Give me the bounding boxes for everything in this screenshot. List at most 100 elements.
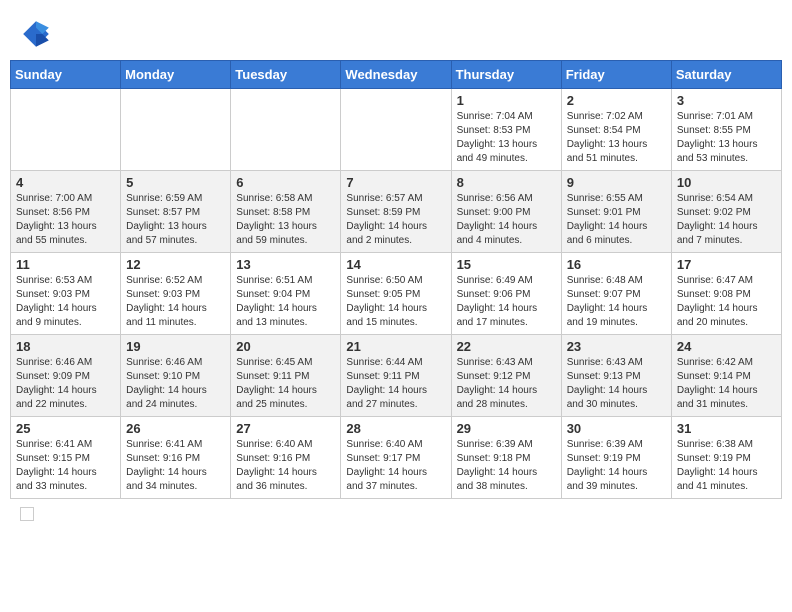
- calendar-day-23: 23 Sunrise: 6:43 AM Sunset: 9:13 PM Dayli…: [561, 335, 671, 417]
- day-info: Sunrise: 6:40 AM Sunset: 9:16 PM Dayligh…: [236, 438, 335, 494]
- day-info: Sunrise: 6:55 AM Sunset: 9:01 PM Dayligh…: [567, 192, 666, 248]
- logo: [20, 18, 56, 50]
- day-number: 3: [677, 93, 776, 108]
- calendar-day-21: 21 Sunrise: 6:44 AM Sunset: 9:11 PM Dayli…: [341, 335, 451, 417]
- day-info: Sunrise: 7:00 AM Sunset: 8:56 PM Dayligh…: [16, 192, 115, 248]
- day-number: 18: [16, 339, 115, 354]
- calendar-day-22: 22 Sunrise: 6:43 AM Sunset: 9:12 PM Dayli…: [451, 335, 561, 417]
- calendar-day-25: 25 Sunrise: 6:41 AM Sunset: 9:15 PM Dayli…: [11, 417, 121, 499]
- day-info: Sunrise: 7:04 AM Sunset: 8:53 PM Dayligh…: [457, 110, 556, 166]
- logo-icon: [20, 18, 52, 50]
- day-info: Sunrise: 6:44 AM Sunset: 9:11 PM Dayligh…: [346, 356, 445, 412]
- calendar-day-13: 13 Sunrise: 6:51 AM Sunset: 9:04 PM Dayli…: [231, 253, 341, 335]
- calendar-day-14: 14 Sunrise: 6:50 AM Sunset: 9:05 PM Dayli…: [341, 253, 451, 335]
- page-header: [10, 10, 782, 54]
- calendar-day-20: 20Sunrise: 6:45 AM Sunset: 9:11 PM Dayli…: [231, 335, 341, 417]
- calendar-day-8: 8 Sunrise: 6:56 AM Sunset: 9:00 PM Daylig…: [451, 171, 561, 253]
- day-number: 24: [677, 339, 776, 354]
- day-number: 11: [16, 257, 115, 272]
- day-info: Sunrise: 7:02 AM Sunset: 8:54 PM Dayligh…: [567, 110, 666, 166]
- header-day-wednesday: Wednesday: [341, 61, 451, 89]
- day-info: Sunrise: 6:39 AM Sunset: 9:19 PM Dayligh…: [567, 438, 666, 494]
- day-number: 7: [346, 175, 445, 190]
- calendar-day-12: 12Sunrise: 6:52 AM Sunset: 9:03 PM Dayli…: [121, 253, 231, 335]
- day-number: 27: [236, 421, 335, 436]
- header-day-friday: Friday: [561, 61, 671, 89]
- calendar-day-17: 17 Sunrise: 6:47 AM Sunset: 9:08 PM Dayli…: [671, 253, 781, 335]
- day-info: Sunrise: 6:53 AM Sunset: 9:03 PM Dayligh…: [16, 274, 115, 330]
- day-number: 2: [567, 93, 666, 108]
- day-info: Sunrise: 6:59 AM Sunset: 8:57 PM Dayligh…: [126, 192, 225, 248]
- day-number: 17: [677, 257, 776, 272]
- day-info: Sunrise: 6:49 AM Sunset: 9:06 PM Dayligh…: [457, 274, 556, 330]
- calendar-day-11: 11 Sunrise: 6:53 AM Sunset: 9:03 PM Dayli…: [11, 253, 121, 335]
- day-info: Sunrise: 6:41 AM Sunset: 9:15 PM Dayligh…: [16, 438, 115, 494]
- day-info: Sunrise: 6:46 AM Sunset: 9:09 PM Dayligh…: [16, 356, 115, 412]
- header-day-thursday: Thursday: [451, 61, 561, 89]
- calendar-day-27: 27 Sunrise: 6:40 AM Sunset: 9:16 PM Dayli…: [231, 417, 341, 499]
- calendar-header: SundayMondayTuesdayWednesdayThursdayFrid…: [11, 61, 782, 89]
- calendar-day-10: 10 Sunrise: 6:54 AM Sunset: 9:02 PM Dayli…: [671, 171, 781, 253]
- calendar-day-19: 19 Sunrise: 6:46 AM Sunset: 9:10 PM Dayli…: [121, 335, 231, 417]
- empty-cell: [231, 89, 341, 171]
- day-number: 8: [457, 175, 556, 190]
- day-number: 4: [16, 175, 115, 190]
- day-info: Sunrise: 6:52 AM Sunset: 9:03 PM Dayligh…: [126, 274, 225, 330]
- day-number: 23: [567, 339, 666, 354]
- day-info: Sunrise: 6:38 AM Sunset: 9:19 PM Dayligh…: [677, 438, 776, 494]
- day-info: Sunrise: 6:41 AM Sunset: 9:16 PM Dayligh…: [126, 438, 225, 494]
- calendar-week-1: 1 Sunrise: 7:04 AM Sunset: 8:53 PM Daylig…: [11, 89, 782, 171]
- empty-cell: [341, 89, 451, 171]
- calendar-week-4: 18 Sunrise: 6:46 AM Sunset: 9:09 PM Dayli…: [11, 335, 782, 417]
- day-number: 13: [236, 257, 335, 272]
- daylight-box-icon: [20, 507, 34, 521]
- day-number: 20: [236, 339, 335, 354]
- day-info: Sunrise: 6:46 AM Sunset: 9:10 PM Dayligh…: [126, 356, 225, 412]
- header-day-saturday: Saturday: [671, 61, 781, 89]
- calendar-day-4: 4 Sunrise: 7:00 AM Sunset: 8:56 PM Daylig…: [11, 171, 121, 253]
- calendar-day-5: 5Sunrise: 6:59 AM Sunset: 8:57 PM Daylig…: [121, 171, 231, 253]
- day-number: 31: [677, 421, 776, 436]
- day-number: 16: [567, 257, 666, 272]
- day-number: 14: [346, 257, 445, 272]
- calendar-day-26: 26 Sunrise: 6:41 AM Sunset: 9:16 PM Dayli…: [121, 417, 231, 499]
- header-row: SundayMondayTuesdayWednesdayThursdayFrid…: [11, 61, 782, 89]
- calendar-day-31: 31 Sunrise: 6:38 AM Sunset: 9:19 PM Dayli…: [671, 417, 781, 499]
- calendar-day-30: 30Sunrise: 6:39 AM Sunset: 9:19 PM Dayli…: [561, 417, 671, 499]
- day-number: 1: [457, 93, 556, 108]
- calendar-day-24: 24Sunrise: 6:42 AM Sunset: 9:14 PM Dayli…: [671, 335, 781, 417]
- day-number: 26: [126, 421, 225, 436]
- day-info: Sunrise: 6:40 AM Sunset: 9:17 PM Dayligh…: [346, 438, 445, 494]
- day-info: Sunrise: 6:43 AM Sunset: 9:13 PM Dayligh…: [567, 356, 666, 412]
- calendar-table: SundayMondayTuesdayWednesdayThursdayFrid…: [10, 60, 782, 499]
- day-info: Sunrise: 6:57 AM Sunset: 8:59 PM Dayligh…: [346, 192, 445, 248]
- day-number: 28: [346, 421, 445, 436]
- calendar-day-6: 6Sunrise: 6:58 AM Sunset: 8:58 PM Daylig…: [231, 171, 341, 253]
- day-number: 29: [457, 421, 556, 436]
- calendar-day-15: 15 Sunrise: 6:49 AM Sunset: 9:06 PM Dayli…: [451, 253, 561, 335]
- day-number: 21: [346, 339, 445, 354]
- header-day-monday: Monday: [121, 61, 231, 89]
- page-container: SundayMondayTuesdayWednesdayThursdayFrid…: [10, 10, 782, 521]
- day-number: 6: [236, 175, 335, 190]
- day-number: 15: [457, 257, 556, 272]
- day-info: Sunrise: 6:56 AM Sunset: 9:00 PM Dayligh…: [457, 192, 556, 248]
- day-info: Sunrise: 6:51 AM Sunset: 9:04 PM Dayligh…: [236, 274, 335, 330]
- calendar-day-3: 3 Sunrise: 7:01 AM Sunset: 8:55 PM Daylig…: [671, 89, 781, 171]
- day-info: Sunrise: 6:50 AM Sunset: 9:05 PM Dayligh…: [346, 274, 445, 330]
- day-info: Sunrise: 7:01 AM Sunset: 8:55 PM Dayligh…: [677, 110, 776, 166]
- empty-cell: [121, 89, 231, 171]
- day-info: Sunrise: 6:54 AM Sunset: 9:02 PM Dayligh…: [677, 192, 776, 248]
- day-number: 10: [677, 175, 776, 190]
- footer: [10, 507, 782, 521]
- calendar-week-2: 4 Sunrise: 7:00 AM Sunset: 8:56 PM Daylig…: [11, 171, 782, 253]
- day-info: Sunrise: 6:47 AM Sunset: 9:08 PM Dayligh…: [677, 274, 776, 330]
- header-day-tuesday: Tuesday: [231, 61, 341, 89]
- day-info: Sunrise: 6:43 AM Sunset: 9:12 PM Dayligh…: [457, 356, 556, 412]
- day-number: 19: [126, 339, 225, 354]
- calendar-day-9: 9 Sunrise: 6:55 AM Sunset: 9:01 PM Daylig…: [561, 171, 671, 253]
- day-number: 9: [567, 175, 666, 190]
- day-number: 25: [16, 421, 115, 436]
- day-info: Sunrise: 6:39 AM Sunset: 9:18 PM Dayligh…: [457, 438, 556, 494]
- day-number: 22: [457, 339, 556, 354]
